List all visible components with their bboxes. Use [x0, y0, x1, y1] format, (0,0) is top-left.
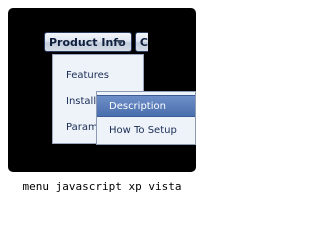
menubar-item-product-info[interactable]: Product Info — [44, 32, 132, 52]
menubar-item-label: C — [139, 35, 148, 49]
chevron-down-icon — [115, 40, 124, 45]
submenu-item-description[interactable]: Description — [97, 95, 195, 117]
menubar-item-label: Product Info — [49, 35, 126, 49]
menubar: Product Info C — [44, 32, 148, 52]
demo-image: Product Info C Features Installation Par… — [0, 0, 204, 209]
submenu-item-how-to-setup[interactable]: How To Setup — [97, 120, 195, 142]
caption-text: menu javascript xp vista — [22, 180, 182, 193]
menu-item-features[interactable]: Features — [53, 66, 145, 86]
submenu: Description How To Setup — [96, 91, 196, 145]
menubar-item-next[interactable]: C — [134, 32, 148, 52]
